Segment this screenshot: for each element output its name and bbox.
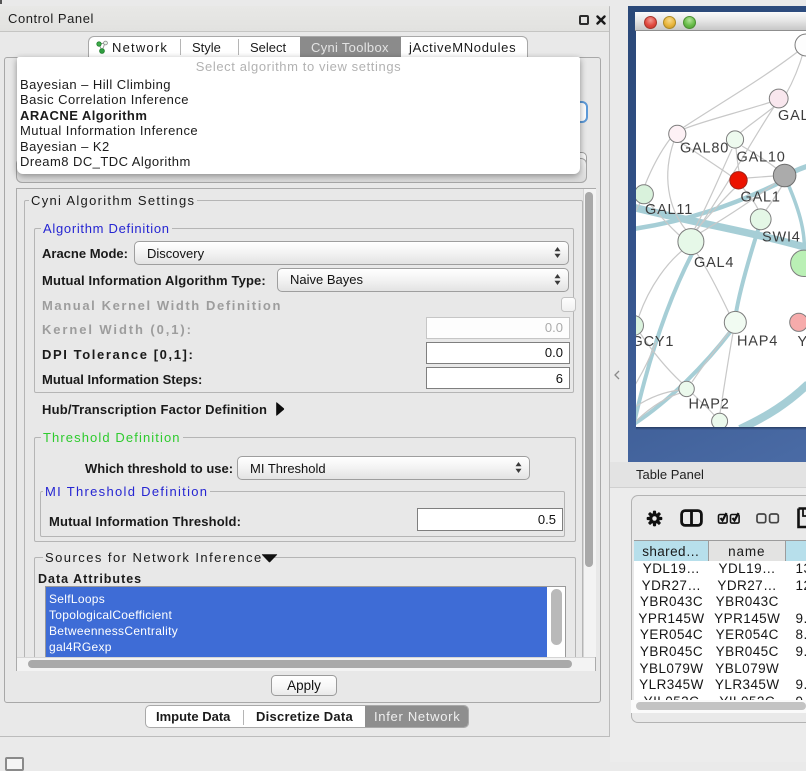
svg-text:HAP4: HAP4 [737,334,778,350]
svg-text:GAL: GAL [778,108,806,124]
svg-text:GAL1: GAL1 [741,190,781,206]
svg-text:GAL80: GAL80 [680,141,729,157]
svg-text:GCY1: GCY1 [636,334,674,350]
svg-text:Y: Y [798,334,806,350]
svg-text:GAL10: GAL10 [737,150,786,166]
svg-text:GAL11: GAL11 [645,202,693,218]
svg-text:SWI4: SWI4 [762,230,801,246]
svg-text:GAL4: GAL4 [694,255,734,271]
svg-text:HAP2: HAP2 [689,397,730,413]
